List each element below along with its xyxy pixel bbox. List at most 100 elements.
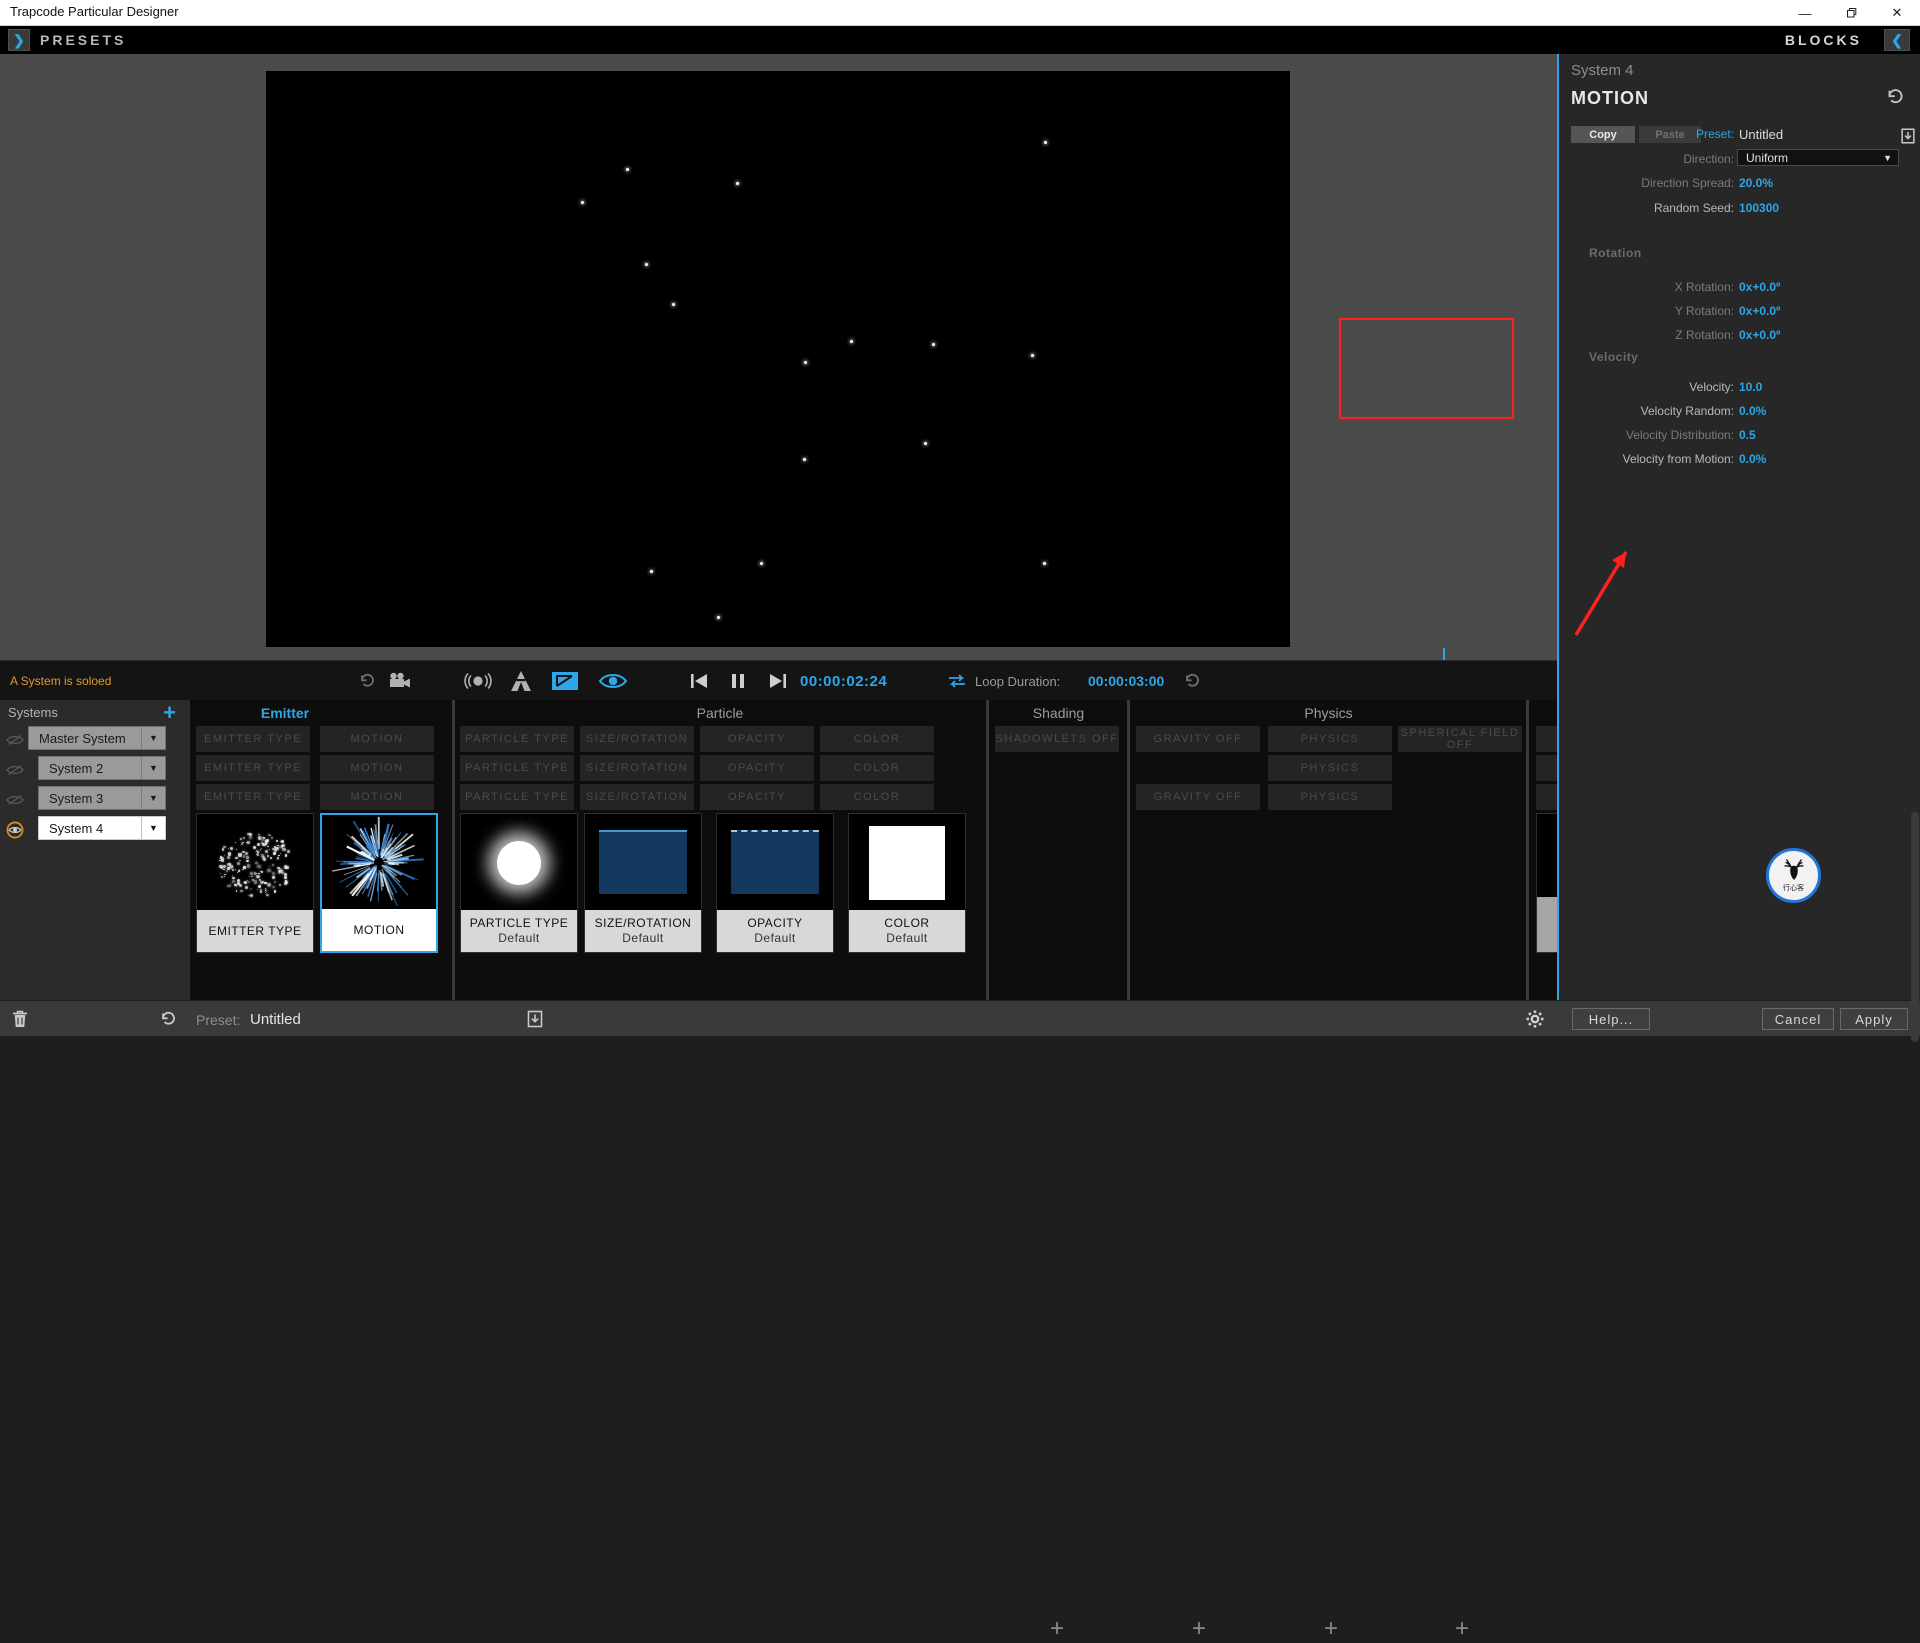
x-rotation-value[interactable]: 0x+0.0º [1739,280,1780,294]
undo-icon[interactable] [357,669,377,693]
camera-icon[interactable] [388,669,412,693]
sidebar-item-system-2[interactable]: System 2▼ [38,756,166,780]
y-rotation-value[interactable]: 0x+0.0º [1739,304,1780,318]
ghost-block-slot[interactable]: PARTICLE TYPE [460,755,574,781]
chevron-down-icon[interactable]: ▼ [141,727,165,749]
properties-scrollbar[interactable] [1911,812,1919,1042]
ghost-block-slot[interactable]: PARTICLE TYPE [460,726,574,752]
velocity-value[interactable]: 10.0 [1739,380,1762,394]
help-button[interactable]: Help... [1572,1008,1650,1030]
column-header-particle[interactable]: Particle [455,700,985,726]
chevron-right-icon[interactable]: ❯ [8,29,30,51]
column-header-physics[interactable]: Physics [1131,700,1526,726]
ghost-block-slot[interactable]: PARTICLE TYPE [460,784,574,810]
preset-value[interactable]: Untitled [250,1011,301,1028]
eye-visible-icon[interactable] [6,821,24,839]
chevron-down-icon[interactable]: ▼ [141,787,165,809]
velocity-distribution-value[interactable]: 0.5 [1739,428,1756,442]
ghost-block-slot[interactable]: EMITTER TYPE [196,784,310,810]
apply-button[interactable]: Apply [1840,1008,1908,1030]
column-header-emitter[interactable]: Emitter [190,700,380,726]
velocity-from-motion-value[interactable]: 0.0% [1739,452,1766,466]
prev-frame-button[interactable] [688,669,710,693]
loop-reset-icon[interactable] [1182,669,1202,693]
ghost-block-slot[interactable]: EMITTER TYPE [196,755,310,781]
ghost-block-slot[interactable]: PHYSICS [1268,755,1392,781]
chevron-down-icon[interactable]: ▼ [141,817,165,839]
random-seed-value[interactable]: 100300 [1739,201,1779,215]
play-pause-button[interactable] [729,669,747,693]
cancel-button[interactable]: Cancel [1762,1008,1834,1030]
block-title: MOTION [354,923,405,938]
reset-icon[interactable] [1884,86,1906,113]
preview-stage[interactable] [266,71,1290,647]
ghost-block-slot[interactable]: GRAVITY OFF [1136,726,1260,752]
next-frame-button[interactable] [767,669,789,693]
sidebar-item-master-system[interactable]: Master System▼ [28,726,166,750]
chevron-down-icon[interactable]: ▼ [141,757,165,779]
sidebar-item-system-3[interactable]: System 3▼ [38,786,166,810]
direction-spread-value[interactable]: 20.0% [1739,176,1773,190]
add-shading-block-button[interactable]: + [1050,1615,1064,1643]
chevron-left-icon[interactable]: ❮ [1884,29,1910,51]
add-physics-block-button-2[interactable]: + [1324,1615,1338,1643]
preset-value[interactable]: Untitled [1739,127,1783,142]
close-button[interactable]: ✕ [1874,0,1920,26]
eye-hidden-icon[interactable] [6,731,24,749]
section-velocity: Velocity [1589,350,1638,364]
presets-label[interactable]: PRESETS [40,32,126,48]
ghost-block-slot[interactable]: PHYSICS [1268,726,1392,752]
ghost-block-slot[interactable]: MOTION [320,726,434,752]
ghost-block-slot[interactable]: GRAVITY OFF [1136,784,1260,810]
ghost-block-slot[interactable]: EMITTER TYPE [196,726,310,752]
blocks-label[interactable]: BLOCKS [1785,32,1862,48]
ghost-block-slot[interactable]: SHADOWLETS OFF [995,726,1119,752]
ghost-block-slot[interactable]: SPHERICAL FIELD OFF [1398,726,1522,752]
ghost-block-slot[interactable]: SIZE/ROTATION [580,755,694,781]
maximize-button[interactable] [1828,0,1874,26]
add-physics-block-button-3[interactable]: + [1455,1615,1469,1643]
ghost-block-slot[interactable]: OPACITY [700,726,814,752]
block-card-size-rotation[interactable]: SIZE/ROTATIONDefault [584,813,702,953]
eye-hidden-icon[interactable] [6,761,24,779]
ghost-block-slot[interactable]: COLOR [820,726,934,752]
ghost-block-slot[interactable]: PHYSICS [1268,784,1392,810]
ghost-block-slot[interactable]: COLOR [820,784,934,810]
block-card-emitter-type[interactable]: EMITTER TYPE [196,813,314,953]
ghost-block-slot[interactable]: COLOR [820,755,934,781]
loop-duration-value[interactable]: 00:00:03:00 [1088,673,1164,689]
ghost-block-slot[interactable]: MOTION [320,784,434,810]
minimize-button[interactable]: — [1782,0,1828,26]
current-time[interactable]: 00:00:02:24 [800,673,887,690]
direction-select[interactable]: Uniform ▼ [1737,149,1899,166]
z-rotation-value[interactable]: 0x+0.0º [1739,328,1780,342]
save-icon[interactable] [1899,127,1917,150]
motion-blur-icon[interactable] [462,669,494,693]
plus-icon[interactable]: + [163,702,176,724]
sidebar-item-system-4[interactable]: System 4▼ [38,816,166,840]
block-card-particle-type[interactable]: PARTICLE TYPEDefault [460,813,578,953]
reset-icon[interactable] [158,1009,178,1034]
ghost-block-slot[interactable]: MOTION [320,755,434,781]
loop-icon[interactable] [946,669,968,693]
velocity-random-value[interactable]: 0.0% [1739,404,1766,418]
trash-icon[interactable] [10,1009,30,1034]
direction-value: Uniform [1746,151,1788,165]
column-header-shading[interactable]: Shading [990,700,1127,726]
save-icon[interactable] [525,1009,545,1034]
ghost-block-slot[interactable]: SIZE/ROTATION [580,726,694,752]
bounding-box-icon[interactable] [551,669,579,693]
bottom-bar: Preset: Untitled Help... Cancel Apply [0,1000,1920,1036]
block-card-color[interactable]: COLORDefault [848,813,966,953]
gear-icon[interactable] [1525,1009,1545,1034]
eye-hidden-icon[interactable] [6,791,24,809]
timeline-playhead[interactable] [1443,648,1445,660]
block-card-opacity[interactable]: OPACITYDefault [716,813,834,953]
ghost-block-slot[interactable]: OPACITY [700,755,814,781]
block-card-motion[interactable]: MOTION [320,813,438,953]
add-physics-block-button-1[interactable]: + [1192,1615,1206,1643]
ghost-block-slot[interactable]: SIZE/ROTATION [580,784,694,810]
depth-of-field-icon[interactable] [508,669,534,693]
preview-eye-icon[interactable] [598,669,628,693]
ghost-block-slot[interactable]: OPACITY [700,784,814,810]
